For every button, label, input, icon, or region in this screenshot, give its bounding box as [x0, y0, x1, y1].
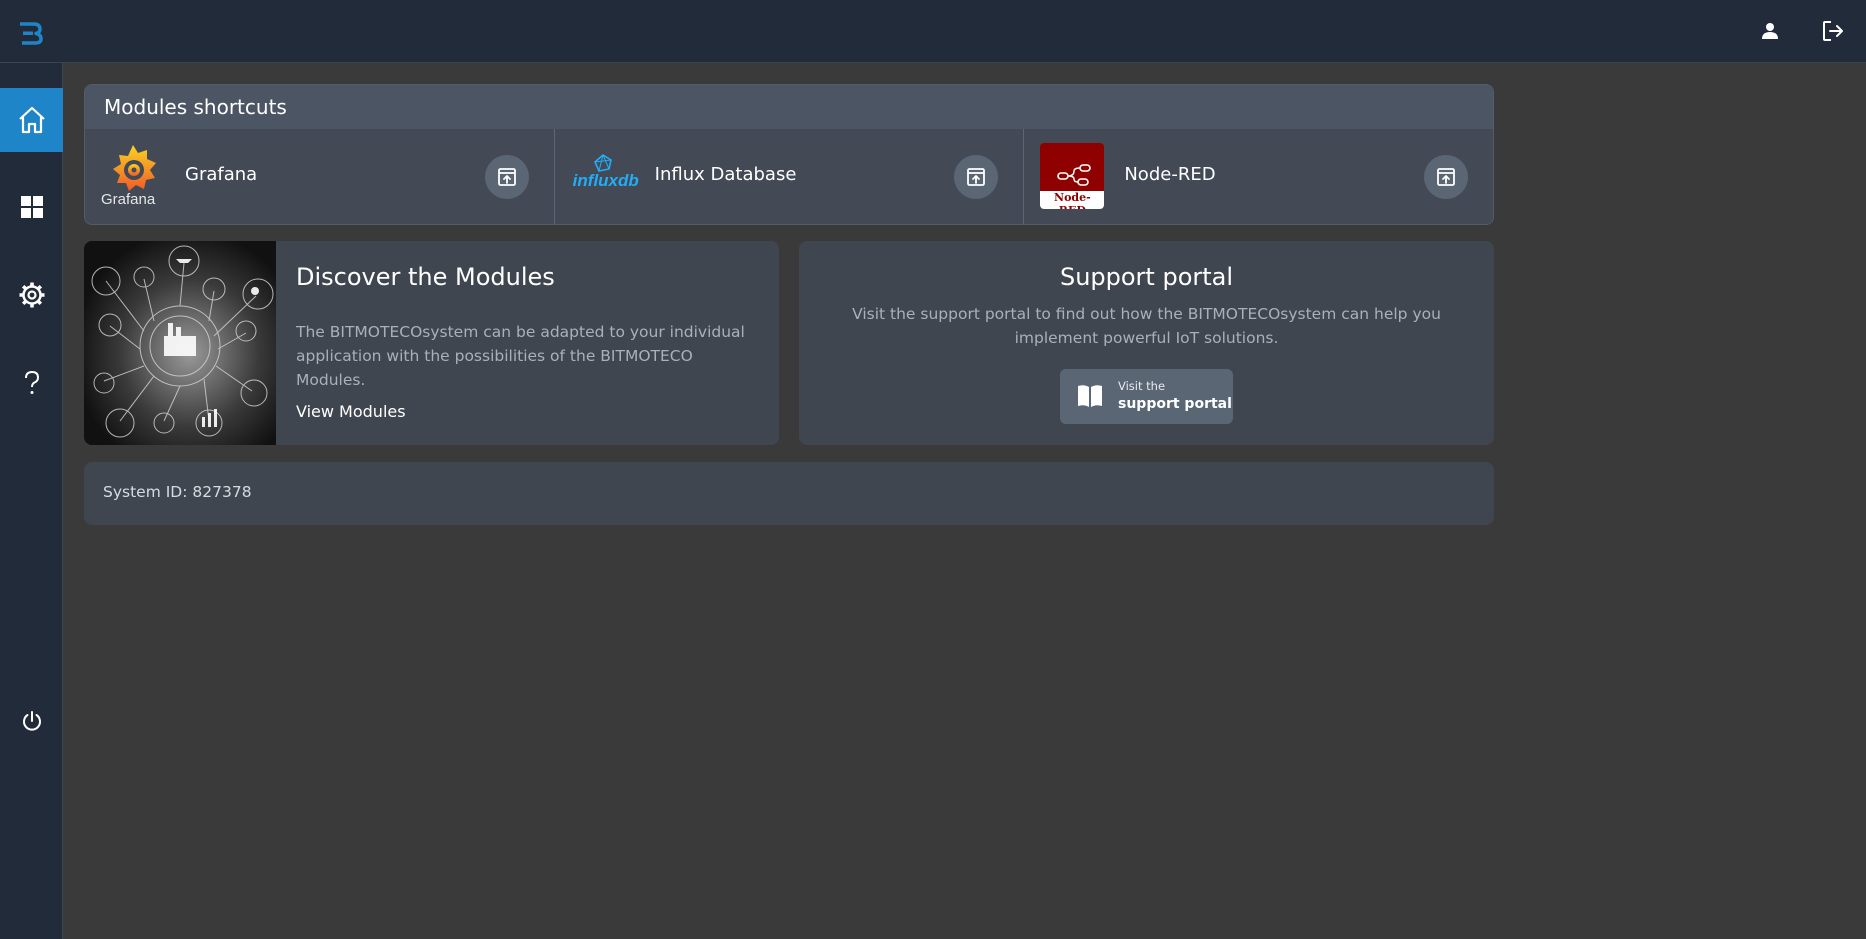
top-bar: [0, 0, 1866, 63]
support-button-small-text: Visit the: [1118, 379, 1166, 393]
brand-logo-icon[interactable]: [18, 20, 44, 46]
system-id-card: System ID: 827378: [84, 462, 1494, 525]
help-icon: [24, 370, 39, 394]
dashboard-icon: [20, 196, 43, 218]
sidebar-item-power[interactable]: [0, 689, 63, 753]
support-title: Support portal: [1059, 263, 1234, 291]
shortcut-label-influx: Influx Database: [654, 164, 797, 185]
node-red-logo-icon: Node-RED: [1040, 143, 1105, 209]
shortcut-label-node-red: Node-RED: [1124, 164, 1216, 185]
node-red-logo-text: Node-RED: [1054, 191, 1091, 209]
sidebar-item-settings[interactable]: [0, 263, 63, 327]
open-external-icon: [967, 168, 986, 186]
shortcut-label-grafana: Grafana: [185, 164, 258, 185]
modules-shortcuts-card: Modules shortcuts Grafana Grafana influx…: [84, 84, 1494, 225]
shortcut-influx[interactable]: influxdb Influx Database: [554, 129, 1025, 224]
shortcuts-title: Modules shortcuts: [85, 85, 1493, 129]
discover-modules-card: Discover the Modules The BITMOTECOsystem…: [84, 241, 779, 445]
view-modules-link[interactable]: View Modules: [296, 402, 406, 421]
sidebar: [0, 63, 63, 939]
iot-network-image: [84, 241, 276, 445]
grafana-logo-text: Grafana: [101, 191, 156, 208]
open-node-red-button[interactable]: [1424, 155, 1469, 199]
shortcut-node-red[interactable]: Node-RED Node-RED: [1024, 129, 1493, 224]
shortcut-row: Grafana Grafana influxdb Influx Database…: [85, 129, 1493, 224]
user-icon[interactable]: [1757, 18, 1783, 44]
discover-title: Discover the Modules: [296, 263, 555, 291]
sidebar-item-dashboard[interactable]: [0, 175, 63, 239]
grafana-logo-icon: Grafana: [101, 143, 165, 209]
support-description: Visit the support portal to find out how…: [852, 305, 1441, 347]
home-icon: [18, 106, 45, 134]
power-icon: [22, 711, 41, 731]
sidebar-item-help[interactable]: [0, 351, 63, 415]
shortcut-grafana[interactable]: Grafana Grafana: [85, 129, 555, 224]
influxdb-logo-text: influxdb: [572, 171, 639, 190]
support-button-main-text: support portal: [1118, 396, 1232, 412]
open-external-icon: [497, 168, 516, 186]
sidebar-item-home[interactable]: [0, 88, 63, 152]
book-icon: [1078, 385, 1102, 407]
settings-icon: [19, 282, 44, 308]
discover-description: The BITMOTECOsystem can be adapted to yo…: [296, 323, 745, 389]
open-influx-button[interactable]: [954, 155, 999, 199]
support-portal-card: Support portal Visit the support portal …: [799, 241, 1494, 445]
logout-icon[interactable]: [1820, 18, 1846, 44]
system-id: System ID: 827378: [103, 483, 252, 501]
open-external-icon: [1437, 168, 1455, 186]
influxdb-logo-icon: influxdb: [571, 143, 639, 209]
open-grafana-button[interactable]: [484, 155, 529, 199]
visit-support-portal-button[interactable]: Visit the support portal: [1060, 369, 1233, 424]
